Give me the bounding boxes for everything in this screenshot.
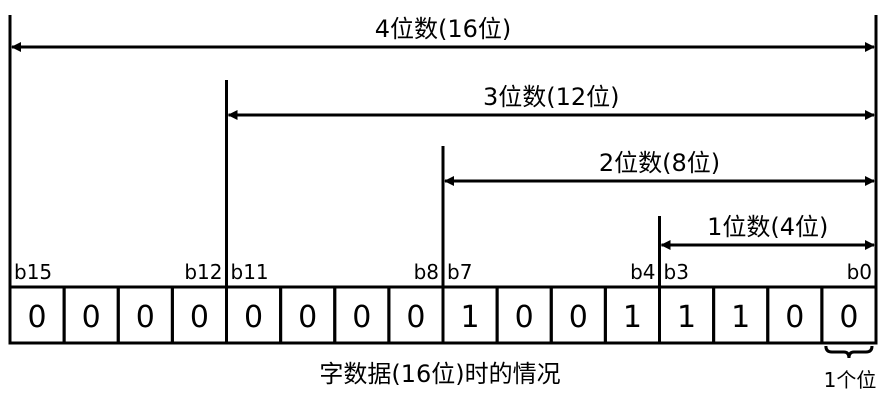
bit-value-b12: 0 — [190, 300, 209, 335]
bit-value-b6: 0 — [515, 300, 534, 335]
bit-value-b4: 1 — [623, 300, 642, 335]
span-4-digit-label: 4位数(16位) — [375, 15, 512, 43]
span-1-digit-label: 1位数(4位) — [707, 213, 828, 241]
bit-label-b3: b3 — [664, 260, 689, 284]
one-bit-label: 1个位 — [824, 368, 877, 392]
bit-cell-row: 0000000010011100 — [8, 285, 878, 345]
bit-value-b3: 1 — [677, 300, 696, 335]
bit-value-b14: 0 — [82, 300, 101, 335]
bit-value-b13: 0 — [136, 300, 155, 335]
bit-label-b0: b0 — [847, 260, 872, 284]
span-3-digit: 3位数(12位) — [225, 80, 875, 287]
one-bit-brace — [824, 345, 874, 359]
bit-value-b0: 0 — [839, 300, 858, 335]
bit-value-b5: 0 — [569, 300, 588, 335]
bit-label-b12: b12 — [184, 260, 222, 284]
span-2-digit-label: 2位数(8位) — [599, 149, 720, 177]
bit-value-b11: 0 — [244, 300, 263, 335]
bit-value-b2: 1 — [731, 300, 750, 335]
bit-value-b7: 1 — [461, 300, 480, 335]
bit-label-b8: b8 — [414, 260, 439, 284]
span-1-digit: 1位数(4位) — [658, 213, 875, 287]
bit-width-diagram: 4位数(16位) 3位数(12位) 2位数(8位) 1位数(4位) b15 b1… — [8, 15, 878, 392]
bit-value-b10: 0 — [298, 300, 317, 335]
caption: 字数据(16位)时的情况 — [319, 360, 560, 388]
bit-label-b4: b4 — [630, 260, 655, 284]
bit-label-b7: b7 — [447, 260, 472, 284]
bit-value-b9: 0 — [352, 300, 371, 335]
bit-label-b11: b11 — [231, 260, 269, 284]
bit-value-b1: 0 — [785, 300, 804, 335]
bit-value-b15: 0 — [28, 300, 47, 335]
bit-value-b8: 0 — [406, 300, 425, 335]
span-3-digit-label: 3位数(12位) — [483, 83, 620, 111]
bit-label-b15: b15 — [14, 260, 52, 284]
